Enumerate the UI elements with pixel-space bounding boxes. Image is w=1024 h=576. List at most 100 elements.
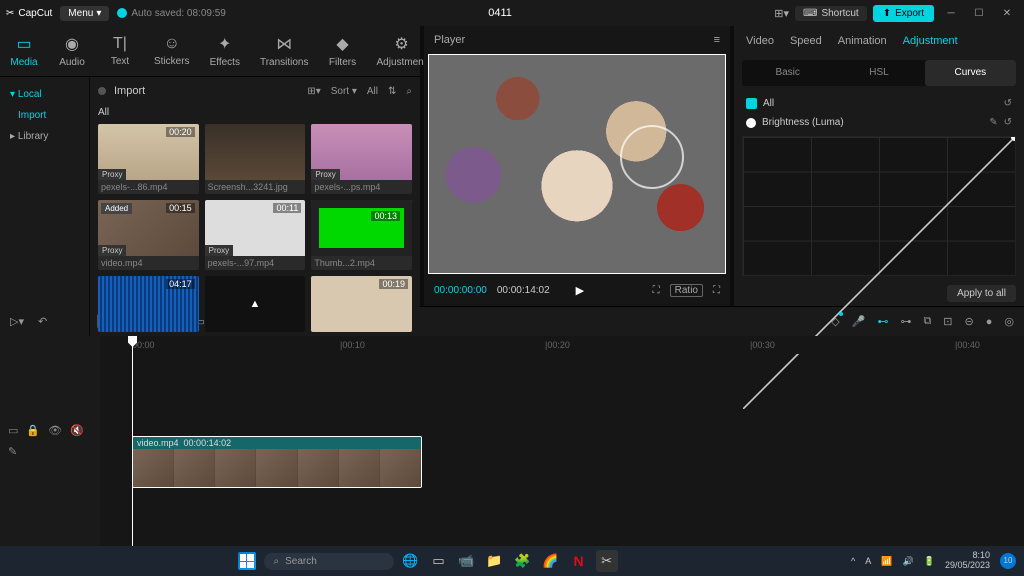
media-thumb[interactable]: 04:17: [98, 276, 199, 332]
tray-volume-icon[interactable]: 🔊: [903, 556, 914, 567]
media-thumb[interactable]: Added00:15Proxyvideo.mp4: [98, 200, 199, 270]
shortcut-button[interactable]: ⌨Shortcut: [795, 6, 867, 21]
media-thumb[interactable]: 00:11Proxypexels-...97.mp4: [205, 200, 306, 270]
tray-clock[interactable]: 8:1029/05/2023: [945, 551, 990, 571]
reset-icon[interactable]: ↺: [1004, 98, 1012, 109]
all-label: All: [90, 105, 420, 120]
tab-video[interactable]: Video: [746, 35, 774, 47]
taskbar-app[interactable]: 🌐: [400, 550, 422, 572]
radio-icon[interactable]: [746, 118, 756, 128]
app-logo: ✂ CapCut: [6, 8, 52, 19]
export-button[interactable]: ⬆Export: [873, 5, 934, 22]
tab-effects[interactable]: ✦Effects: [200, 26, 250, 76]
mute-icon[interactable]: 🔇: [70, 424, 84, 437]
menu-button[interactable]: Menu▾: [60, 6, 109, 21]
media-thumb[interactable]: 00:20Proxypexels-...86.mp4: [98, 124, 199, 194]
focus-circle-icon: [620, 125, 684, 189]
tab-media[interactable]: ▭Media: [0, 26, 48, 76]
tab-transitions[interactable]: ⋈Transitions: [250, 26, 319, 76]
tab-animation[interactable]: Animation: [838, 35, 887, 47]
close-button[interactable]: ✕: [996, 8, 1018, 19]
tray-chevron-icon[interactable]: ^: [851, 556, 855, 566]
search-icon: ⌕: [274, 556, 280, 567]
grid-view-icon[interactable]: ⊞▾: [307, 86, 320, 97]
media-toolbar: Import ⊞▾ Sort ▾ All ⇅ ⌕: [90, 77, 420, 105]
media-thumb[interactable]: 00:13Thumb...2.mp4: [311, 200, 412, 270]
curves-editor[interactable]: [742, 136, 1016, 276]
stickers-icon: ☺: [164, 35, 180, 53]
import-button[interactable]: Import: [114, 85, 145, 97]
start-button[interactable]: [236, 550, 258, 572]
chevron-down-icon: ▾: [96, 8, 101, 19]
tray-wifi-icon[interactable]: 📶: [881, 556, 892, 567]
marker-tool[interactable]: ◇: [831, 315, 839, 328]
player-menu-icon[interactable]: ≡: [714, 34, 720, 46]
tab-audio[interactable]: ◉Audio: [48, 26, 96, 76]
apply-all-button[interactable]: Apply to all: [947, 285, 1016, 302]
taskbar-capcut[interactable]: ✂: [596, 550, 618, 572]
layout-icon[interactable]: ⊞▾: [774, 7, 789, 20]
crop-icon[interactable]: ⛶: [653, 285, 660, 296]
playhead[interactable]: [132, 336, 133, 546]
media-icon: ▭: [16, 34, 31, 54]
search-icon[interactable]: ⌕: [406, 86, 412, 97]
player-controls: 00:00:00:00 00:00:14:02 ▶ ⛶ Ratio ⛶: [424, 274, 730, 306]
player-viewport[interactable]: [428, 54, 726, 274]
effects-icon: ✦: [218, 34, 231, 54]
eye-icon[interactable]: 👁: [48, 424, 62, 437]
sidebar-import[interactable]: Import: [0, 106, 89, 125]
subtab-hsl[interactable]: HSL: [833, 60, 924, 86]
pointer-tool[interactable]: ▷▾: [10, 315, 24, 328]
cover-icon[interactable]: ▭: [8, 424, 18, 437]
subtab-curves[interactable]: Curves: [925, 60, 1016, 86]
text-icon: T|: [113, 35, 127, 53]
sidebar-library[interactable]: ▸ Library: [0, 125, 89, 148]
tray-battery-icon[interactable]: 🔋: [924, 556, 935, 567]
taskbar-chrome[interactable]: 🌈: [540, 550, 562, 572]
timeline-ruler[interactable]: 00:00 |00:10 |00:20 |00:30 |00:40: [100, 336, 1024, 354]
tab-speed[interactable]: Speed: [790, 35, 822, 47]
filter-all[interactable]: All: [367, 86, 378, 97]
logo-icon: ✂: [6, 8, 14, 19]
maximize-button[interactable]: ☐: [968, 8, 990, 19]
edit-icon[interactable]: ✎: [8, 445, 17, 458]
transitions-icon: ⋈: [276, 34, 292, 54]
taskbar-app[interactable]: 📹: [456, 550, 478, 572]
reset-icon[interactable]: ↺: [1004, 117, 1012, 128]
fullscreen-icon[interactable]: ⛶: [713, 285, 720, 296]
tab-text[interactable]: T|Text: [96, 26, 144, 76]
taskbar-explorer[interactable]: 📁: [484, 550, 506, 572]
sidebar-local[interactable]: ▾ Local: [0, 83, 89, 106]
undo-button[interactable]: ↶: [38, 315, 47, 328]
media-thumb[interactable]: Proxypexels-...ps.mp4: [311, 124, 412, 194]
titlebar: ✂ CapCut Menu▾ Auto saved: 08:09:59 0411…: [0, 0, 1024, 26]
eyedropper-icon[interactable]: ✎: [989, 117, 997, 128]
media-thumb[interactable]: Screensh...3241.jpg: [205, 124, 306, 194]
timeline-tracks[interactable]: 00:00 |00:10 |00:20 |00:30 |00:40 video.…: [100, 336, 1024, 546]
timeline-clip[interactable]: video.mp4 00:00:14:02: [132, 436, 422, 488]
taskbar-search[interactable]: ⌕Search: [264, 553, 394, 570]
tab-adjustment-panel[interactable]: Adjustment: [903, 35, 958, 47]
ratio-button[interactable]: Ratio: [670, 284, 703, 297]
sort-button[interactable]: Sort ▾: [331, 86, 357, 97]
lock-icon[interactable]: 🔒: [26, 424, 40, 437]
taskbar-app[interactable]: 🧩: [512, 550, 534, 572]
taskbar-netflix[interactable]: N: [568, 550, 590, 572]
brightness-row[interactable]: Brightness (Luma) ✎ ↺: [746, 117, 1012, 128]
tab-stickers[interactable]: ☺Stickers: [144, 26, 200, 76]
subtab-basic[interactable]: Basic: [742, 60, 833, 86]
tray-lang[interactable]: A: [865, 556, 871, 566]
tray-notifications[interactable]: 10: [1000, 553, 1016, 569]
player-label: Player: [434, 34, 465, 46]
all-channel-row[interactable]: All ↺: [746, 98, 1012, 109]
tab-filters[interactable]: ◆Filters: [319, 26, 367, 76]
taskbar-app[interactable]: ▭: [428, 550, 450, 572]
media-thumb[interactable]: ▲: [205, 276, 306, 332]
play-button[interactable]: ▶: [576, 284, 584, 297]
minimize-button[interactable]: ─: [940, 8, 962, 19]
checkbox-icon[interactable]: [746, 98, 757, 109]
project-title: 0411: [234, 7, 766, 19]
media-thumb[interactable]: 00:19: [311, 276, 412, 332]
filter-icon[interactable]: ⇅: [388, 86, 396, 97]
keyboard-icon: ⌨: [803, 8, 817, 19]
